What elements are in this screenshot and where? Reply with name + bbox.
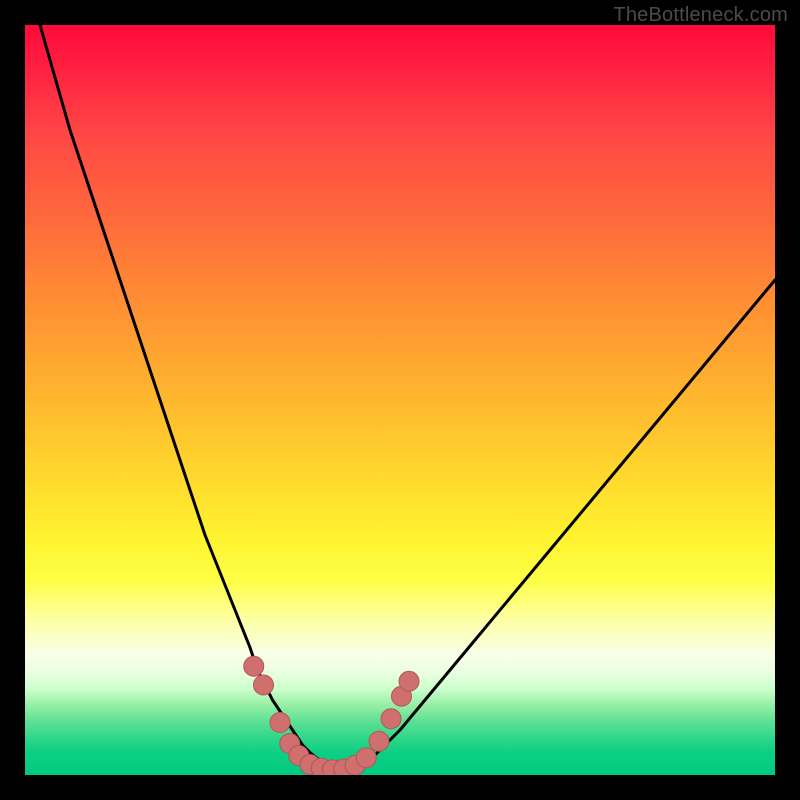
chart-frame: TheBottleneck.com bbox=[0, 0, 800, 800]
curve-marker-14 bbox=[399, 671, 419, 691]
markers-group bbox=[244, 656, 419, 775]
curve-marker-10 bbox=[356, 748, 376, 768]
plot-area bbox=[25, 25, 775, 775]
bottleneck-curve bbox=[40, 25, 775, 771]
watermark-text: TheBottleneck.com bbox=[613, 4, 788, 27]
curve-marker-11 bbox=[369, 731, 389, 751]
curve-marker-12 bbox=[381, 709, 401, 729]
curve-marker-0 bbox=[244, 656, 264, 676]
curve-layer bbox=[25, 25, 775, 775]
curve-marker-1 bbox=[254, 675, 274, 695]
curve-marker-2 bbox=[270, 713, 290, 733]
